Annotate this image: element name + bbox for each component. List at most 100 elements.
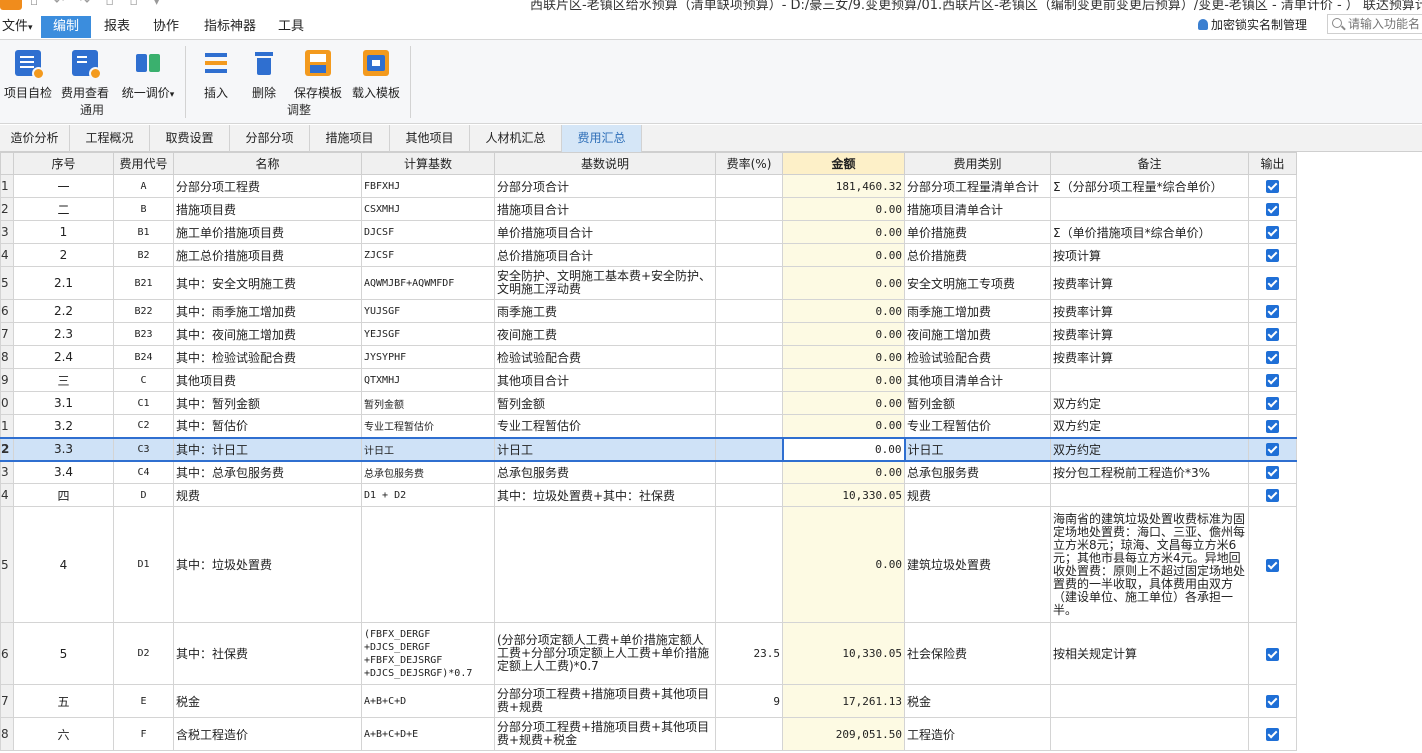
cell-rate[interactable]: 9 xyxy=(715,684,783,718)
cell-note[interactable]: 按分包工程税前工程造价*3% xyxy=(1050,460,1249,484)
cell-rate[interactable] xyxy=(715,197,783,221)
output-checkbox[interactable] xyxy=(1266,558,1279,572)
cell-amount[interactable]: 0.00 xyxy=(782,391,905,415)
cell-note[interactable]: 双方约定 xyxy=(1050,436,1249,462)
cell-amount[interactable]: 209,051.50 xyxy=(782,717,905,751)
menu-edit[interactable]: 编制 xyxy=(41,16,91,38)
cell-note[interactable]: 按费率计算 xyxy=(1050,345,1249,369)
output-checkbox[interactable] xyxy=(1266,203,1279,216)
cell-note[interactable]: 按费率计算 xyxy=(1050,299,1249,323)
cell-base[interactable]: (FBFX_DERGF +DJCS_DERGF +FBFX_DEJSRGF +D… xyxy=(361,622,495,685)
cell-category[interactable]: 专业工程暂估价 xyxy=(904,414,1051,438)
cell-base[interactable]: FBFXHJ xyxy=(361,174,495,198)
cell-rate[interactable] xyxy=(715,345,783,369)
cell-base-desc[interactable]: 专业工程暂估价 xyxy=(494,414,716,438)
table-row[interactable]: 4 四 D 规费 D1 + D2 其中：垃圾处置费+其中：社保费 10,330.05 规费 xyxy=(0,483,1297,507)
output-checkbox[interactable] xyxy=(1266,443,1279,456)
cell-amount[interactable]: 10,330.05 xyxy=(782,483,905,507)
header-output[interactable]: 输出 xyxy=(1248,152,1297,175)
encrypt-lock-link[interactable]: 加密锁实名制管理 xyxy=(1198,16,1307,33)
cell-code[interactable]: B23 xyxy=(113,322,174,346)
cell-base[interactable]: YEJSGF xyxy=(361,322,495,346)
cell-base[interactable]: AQWMJBF+AQWMFDF xyxy=(361,266,495,300)
row-number[interactable]: 7 xyxy=(0,322,14,346)
row-number[interactable]: 3 xyxy=(0,220,14,244)
cell-seq[interactable]: 2.3 xyxy=(13,322,114,346)
cell-seq[interactable]: 六 xyxy=(13,717,114,751)
cell-seq[interactable]: 4 xyxy=(13,506,114,623)
cell-seq[interactable]: 2.1 xyxy=(13,266,114,300)
cell-note[interactable]: 海南省的建筑垃圾处置收费标准为固定场地处置费：海口、三亚、儋州每立方米8元；琼海… xyxy=(1050,506,1249,623)
cell-name[interactable]: 其中：夜间施工增加费 xyxy=(173,322,362,346)
cell-note[interactable]: Σ（分部分项工程量*综合单价） xyxy=(1050,174,1249,198)
output-checkbox[interactable] xyxy=(1266,728,1279,741)
output-checkbox[interactable] xyxy=(1266,180,1279,193)
cell-base-desc[interactable]: 计日工 xyxy=(494,436,716,462)
cell-code[interactable]: D2 xyxy=(113,622,174,685)
header-base[interactable]: 计算基数 xyxy=(361,152,495,175)
cell-category[interactable]: 雨季施工增加费 xyxy=(904,299,1051,323)
cell-name[interactable]: 其中：计日工 xyxy=(173,436,362,462)
row-number[interactable]: 4 xyxy=(0,243,14,267)
cell-seq[interactable]: 2 xyxy=(13,243,114,267)
cell-note[interactable] xyxy=(1050,684,1249,718)
price-adjust-button[interactable]: 统一调价▾ xyxy=(116,50,180,101)
cell-base[interactable]: JYSYPHF xyxy=(361,345,495,369)
cell-amount[interactable]: 0.00 xyxy=(782,345,905,369)
cell-code[interactable]: C3 xyxy=(113,436,174,462)
cell-name[interactable]: 其中：暂估价 xyxy=(173,414,362,438)
cell-amount[interactable]: 0.00 xyxy=(782,414,905,438)
cell-note[interactable] xyxy=(1050,368,1249,392)
cell-category[interactable]: 计日工 xyxy=(904,436,1051,462)
cell-base[interactable]: ZJCSF xyxy=(361,243,495,267)
fee-view-button[interactable]: 费用查看 xyxy=(58,50,112,101)
table-row[interactable]: 5 4 D1 其中：垃圾处置费 0.00 建筑垃圾处置费 海南省的建筑垃圾处置收费标准为固定… xyxy=(0,506,1297,623)
cell-base[interactable]: 专业工程暂估价 xyxy=(361,414,495,438)
table-row[interactable]: 3 1 B1 施工单价措施项目费 DJCSF 单价措施项目合计 0.00 单价措施费 Σ（单价措… xyxy=(0,220,1297,244)
cell-amount[interactable]: 0.00 xyxy=(782,368,905,392)
cell-amount[interactable]: 0.00 xyxy=(782,266,905,300)
cell-amount[interactable]: 0.00 xyxy=(782,220,905,244)
cell-category[interactable]: 其他项目清单合计 xyxy=(904,368,1051,392)
row-number[interactable]: 3 xyxy=(0,460,14,484)
cell-amount[interactable]: 0.00 xyxy=(781,436,906,462)
cell-amount[interactable]: 17,261.13 xyxy=(782,684,905,718)
cell-seq[interactable]: 3.2 xyxy=(13,414,114,438)
load-template-button[interactable]: 载入模板 xyxy=(348,50,404,101)
cell-note[interactable] xyxy=(1050,197,1249,221)
cell-seq[interactable]: 一 xyxy=(13,174,114,198)
cell-seq[interactable]: 3.1 xyxy=(13,391,114,415)
table-row[interactable]: 9 三 C 其他项目费 QTXMHJ 其他项目合计 0.00 其他项目清单合计 xyxy=(0,368,1297,392)
cell-name[interactable]: 施工单价措施项目费 xyxy=(173,220,362,244)
table-row[interactable]: 8 2.4 B24 其中：检验试验配合费 JYSYPHF 检验试验配合费 0.00 检验试验配… xyxy=(0,345,1297,369)
cell-seq[interactable]: 3.3 xyxy=(13,436,114,462)
table-row[interactable]: 5 2.1 B21 其中：安全文明施工费 AQWMJBF+AQWMFDF 安全防护、文明施… xyxy=(0,266,1297,300)
header-code[interactable]: 费用代号 xyxy=(113,152,174,175)
cell-base-desc[interactable]: (分部分项定额人工费+单价措施定额人工费+分部分项定额上人工费+单价措施定额上人… xyxy=(494,622,716,685)
cell-code[interactable]: F xyxy=(113,717,174,751)
header-note[interactable]: 备注 xyxy=(1050,152,1249,175)
header-amount[interactable]: 金额 xyxy=(782,152,905,175)
table-row[interactable]: 2 二 B 措施项目费 CSXMHJ 措施项目合计 0.00 措施项目清单合计 xyxy=(0,197,1297,221)
cell-note[interactable]: 双方约定 xyxy=(1050,414,1249,438)
cell-name[interactable]: 其中：总承包服务费 xyxy=(173,460,362,484)
row-number[interactable]: 6 xyxy=(0,299,14,323)
cell-rate[interactable] xyxy=(715,220,783,244)
cell-amount[interactable]: 0.00 xyxy=(782,197,905,221)
cell-name[interactable]: 措施项目费 xyxy=(173,197,362,221)
cell-base-desc[interactable]: 夜间施工费 xyxy=(494,322,716,346)
cell-base[interactable]: A+B+C+D xyxy=(361,684,495,718)
cell-code[interactable]: D xyxy=(113,483,174,507)
table-row[interactable]: 7 2.3 B23 其中：夜间施工增加费 YEJSGF 夜间施工费 0.00 夜间施工增加费按… xyxy=(0,322,1297,346)
output-checkbox[interactable] xyxy=(1266,695,1279,708)
row-number[interactable]: 1 xyxy=(0,414,14,438)
cell-base[interactable]: 暂列金额 xyxy=(361,391,495,415)
cell-base-desc[interactable]: 雨季施工费 xyxy=(494,299,716,323)
output-checkbox[interactable] xyxy=(1266,374,1279,387)
cell-note[interactable]: 按项计算 xyxy=(1050,243,1249,267)
cell-rate[interactable] xyxy=(715,266,783,300)
cell-category[interactable]: 规费 xyxy=(904,483,1051,507)
cell-name[interactable]: 施工总价措施项目费 xyxy=(173,243,362,267)
cell-name[interactable]: 其中：检验试验配合费 xyxy=(173,345,362,369)
row-number[interactable]: 0 xyxy=(0,391,14,415)
